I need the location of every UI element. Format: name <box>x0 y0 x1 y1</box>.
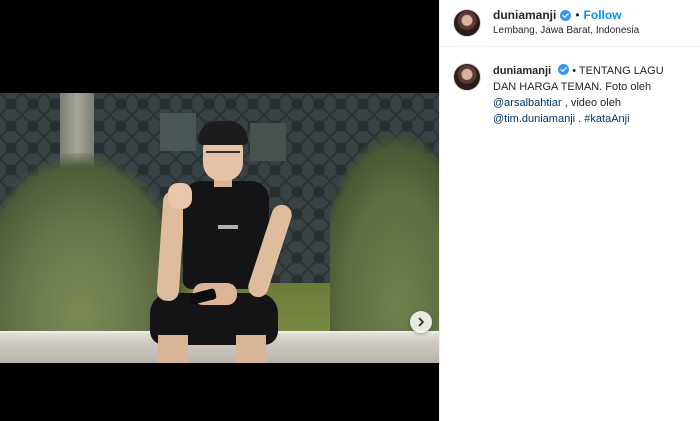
hashtag-link[interactable]: #kataAnji <box>584 113 629 125</box>
post-header: duniamanji • Follow Lembang, Jawa Barat,… <box>440 0 700 47</box>
caption: duniamanji • TENTANG LAGU DAN HARGA TEMA… <box>440 47 700 127</box>
verified-badge-icon <box>560 10 572 22</box>
person-glasses <box>206 151 240 159</box>
location-link[interactable]: Lembang, Jawa Barat, Indonesia <box>493 25 639 38</box>
person-beanie <box>198 121 248 145</box>
person-shin <box>236 335 266 363</box>
avatar[interactable] <box>453 63 481 91</box>
shirt-print <box>218 225 238 229</box>
caption-text: . <box>578 113 582 125</box>
username-link[interactable]: duniamanji <box>493 8 556 23</box>
post-sidebar: duniamanji • Follow Lembang, Jawa Barat,… <box>439 0 700 421</box>
caption-text: , video oleh <box>564 97 621 109</box>
header-row: duniamanji • Follow <box>493 8 639 23</box>
next-media-button[interactable] <box>410 311 432 333</box>
chevron-right-icon <box>418 317 424 327</box>
post-photo[interactable] <box>0 93 439 363</box>
person-fist <box>168 183 192 209</box>
header-text: duniamanji • Follow Lembang, Jawa Barat,… <box>493 8 639 38</box>
verified-badge-icon <box>558 64 570 75</box>
person-shin <box>158 335 188 363</box>
post-media <box>0 0 439 421</box>
avatar[interactable] <box>453 9 481 37</box>
separator-dot: • <box>575 8 580 23</box>
follow-button[interactable]: Follow <box>584 8 622 23</box>
mention-link[interactable]: @tim.duniamanji <box>493 113 575 125</box>
mention-link[interactable]: @arsalbahtiar <box>493 97 562 109</box>
caption-body: duniamanji • TENTANG LAGU DAN HARGA TEMA… <box>493 63 687 127</box>
caption-username-link[interactable]: duniamanji <box>493 65 551 77</box>
person-figure <box>148 121 298 363</box>
